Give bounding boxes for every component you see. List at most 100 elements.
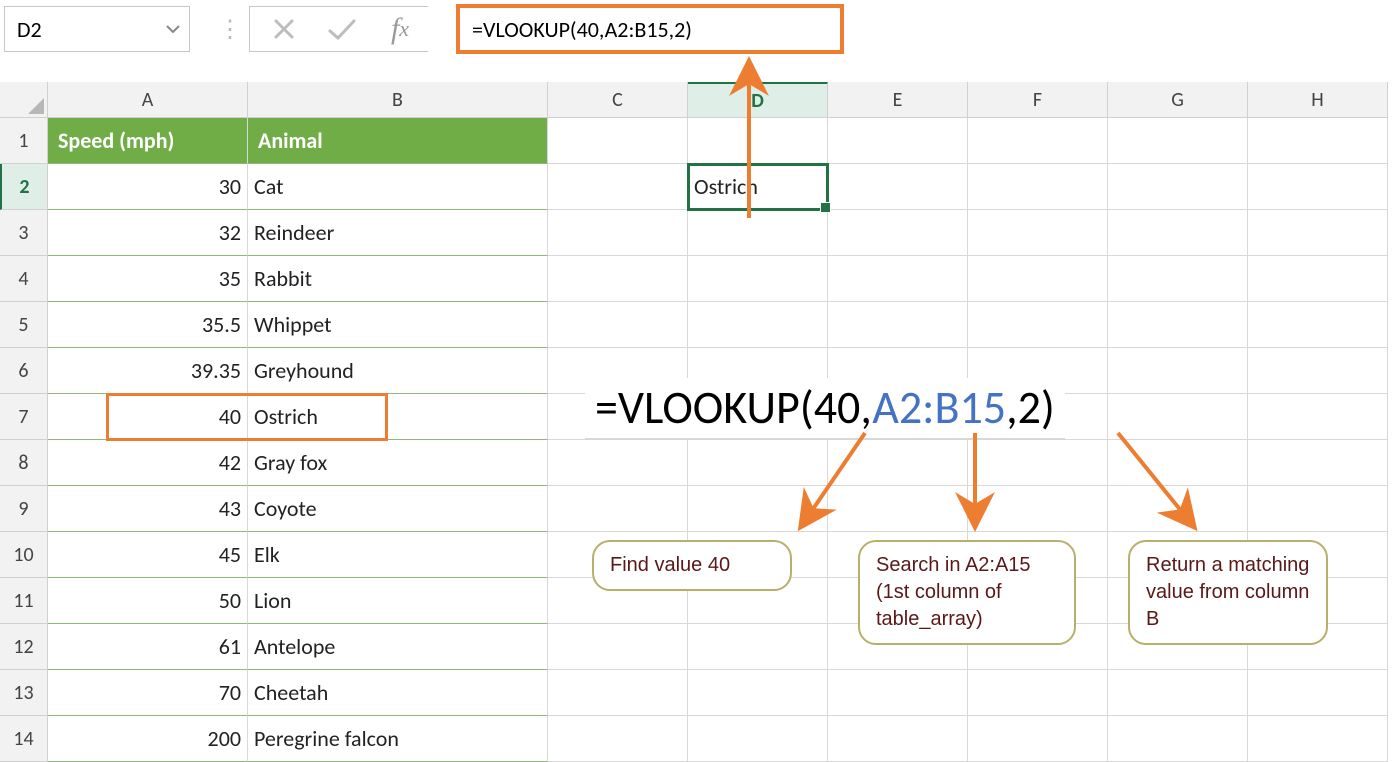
col-header-F[interactable]: F [968,82,1108,118]
formula-input[interactable] [470,15,830,44]
cell-H9[interactable] [1248,486,1388,532]
cell-D4[interactable] [688,256,828,302]
cell-H6[interactable] [1248,348,1388,394]
cell-B11[interactable]: Lion [248,578,548,624]
cell-B10[interactable]: Elk [248,532,548,578]
cell-E13[interactable] [828,670,968,716]
cell-B5[interactable]: Whippet [248,302,548,348]
row-header-13[interactable]: 13 [0,670,48,716]
cell-C12[interactable] [548,624,688,670]
cell-D5[interactable] [688,302,828,348]
cell-A1[interactable]: Speed (mph) [48,118,248,164]
col-header-D[interactable]: D [688,82,828,118]
enter-icon[interactable] [314,7,370,51]
row-header-5[interactable]: 5 [0,302,48,348]
cell-F8[interactable] [968,440,1108,486]
cell-G3[interactable] [1108,210,1248,256]
cell-A12[interactable]: 61 [48,624,248,670]
select-all-corner[interactable] [0,82,48,118]
cell-C3[interactable] [548,210,688,256]
cell-C4[interactable] [548,256,688,302]
cell-G5[interactable] [1108,302,1248,348]
col-header-E[interactable]: E [828,82,968,118]
cell-B13[interactable]: Cheetah [248,670,548,716]
row-header-7[interactable]: 7 [0,394,48,440]
cell-E9[interactable] [828,486,968,532]
insert-function-button[interactable]: fx [372,7,428,51]
row-header-12[interactable]: 12 [0,624,48,670]
cell-A4[interactable]: 35 [48,256,248,302]
cell-E1[interactable] [828,118,968,164]
cell-F5[interactable] [968,302,1108,348]
cell-F3[interactable] [968,210,1108,256]
row-header-3[interactable]: 3 [0,210,48,256]
cell-A7[interactable]: 40 [48,394,248,440]
cell-E3[interactable] [828,210,968,256]
cell-B7[interactable]: Ostrich [248,394,548,440]
cell-B12[interactable]: Antelope [248,624,548,670]
cell-C9[interactable] [548,486,688,532]
cell-G9[interactable] [1108,486,1248,532]
row-header-14[interactable]: 14 [0,716,48,762]
cancel-icon[interactable] [256,7,312,51]
col-header-C[interactable]: C [548,82,688,118]
cell-A14[interactable]: 200 [48,716,248,762]
cell-C14[interactable] [548,716,688,762]
row-header-2[interactable]: 2 [0,164,48,210]
cell-D3[interactable] [688,210,828,256]
cell-H4[interactable] [1248,256,1388,302]
cell-H14[interactable] [1248,716,1388,762]
cell-H8[interactable] [1248,440,1388,486]
name-box-input[interactable] [5,7,157,51]
col-header-G[interactable]: G [1108,82,1248,118]
cell-F14[interactable] [968,716,1108,762]
cell-A6[interactable]: 39.35 [48,348,248,394]
cell-A5[interactable]: 35.5 [48,302,248,348]
cell-A3[interactable]: 32 [48,210,248,256]
cell-E5[interactable] [828,302,968,348]
cell-F4[interactable] [968,256,1108,302]
cell-G2[interactable] [1108,164,1248,210]
cell-F2[interactable] [968,164,1108,210]
cell-B2[interactable]: Cat [248,164,548,210]
cell-G6[interactable] [1108,348,1248,394]
cell-H2[interactable] [1248,164,1388,210]
cell-A13[interactable]: 70 [48,670,248,716]
cell-D9[interactable] [688,486,828,532]
name-box[interactable] [4,6,190,52]
cell-G13[interactable] [1108,670,1248,716]
cell-B4[interactable]: Rabbit [248,256,548,302]
row-header-8[interactable]: 8 [0,440,48,486]
cell-A10[interactable]: 45 [48,532,248,578]
cell-G14[interactable] [1108,716,1248,762]
cell-A11[interactable]: 50 [48,578,248,624]
cell-E2[interactable] [828,164,968,210]
cell-A9[interactable]: 43 [48,486,248,532]
cell-B8[interactable]: Gray fox [248,440,548,486]
row-header-11[interactable]: 11 [0,578,48,624]
cell-G7[interactable] [1108,394,1248,440]
cell-B3[interactable]: Reindeer [248,210,548,256]
cell-H7[interactable] [1248,394,1388,440]
cell-C13[interactable] [548,670,688,716]
cell-F1[interactable] [968,118,1108,164]
row-header-9[interactable]: 9 [0,486,48,532]
cell-G8[interactable] [1108,440,1248,486]
cell-H5[interactable] [1248,302,1388,348]
cell-H1[interactable] [1248,118,1388,164]
col-header-A[interactable]: A [48,82,248,118]
col-header-H[interactable]: H [1248,82,1388,118]
cell-F9[interactable] [968,486,1108,532]
cell-B9[interactable]: Coyote [248,486,548,532]
cell-D13[interactable] [688,670,828,716]
cell-F13[interactable] [968,670,1108,716]
row-header-10[interactable]: 10 [0,532,48,578]
cell-C1[interactable] [548,118,688,164]
row-header-6[interactable]: 6 [0,348,48,394]
cell-B1[interactable]: Animal [248,118,548,164]
cell-E4[interactable] [828,256,968,302]
cell-D14[interactable] [688,716,828,762]
cell-D12[interactable] [688,624,828,670]
row-header-4[interactable]: 4 [0,256,48,302]
cell-H13[interactable] [1248,670,1388,716]
